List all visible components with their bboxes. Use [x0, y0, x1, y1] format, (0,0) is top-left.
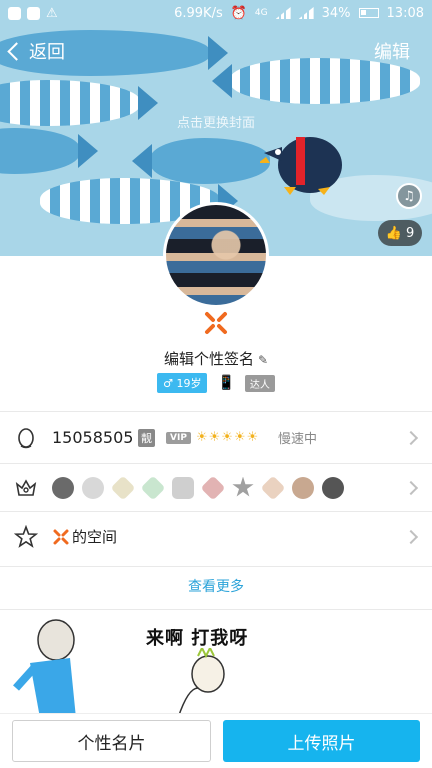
message-notification-icon: [27, 6, 40, 20]
medal-diamond-icon: [200, 475, 226, 500]
level-suns: ☀☀☀☀☀: [196, 430, 260, 445]
top-nav: 返回 编辑: [0, 34, 432, 68]
like-button[interactable]: 👍 9: [378, 220, 422, 246]
photo-caption: 来啊 打我呀: [146, 628, 249, 649]
avatar[interactable]: [163, 202, 269, 308]
medal-list: [52, 475, 344, 500]
meme-figure-image: [177, 648, 225, 718]
back-label: 返回: [29, 42, 65, 63]
medal-star-icon: [232, 476, 254, 497]
alarm-icon: ⏰: [230, 5, 247, 21]
photo-wall-item[interactable]: 来啊 打我呀: [0, 618, 274, 718]
crown-icon: [15, 478, 37, 496]
warning-icon: ⚠: [46, 5, 58, 21]
anger-symbol-icon: [53, 529, 69, 544]
profile-card-button[interactable]: 个性名片: [12, 720, 211, 762]
chevron-right-icon: [403, 480, 419, 495]
qzone-row[interactable]: 的空间: [0, 511, 432, 561]
chevron-left-icon: [7, 41, 26, 61]
space-label: 的空间: [72, 528, 118, 546]
medal-wall-row[interactable]: [0, 463, 432, 511]
network-speed: 6.99K/s: [174, 5, 223, 21]
vip-badge: VIP: [166, 431, 191, 444]
liang-badge: 靓: [138, 428, 155, 447]
meme-figure-image: [13, 619, 76, 718]
qq-number: 15058505: [52, 428, 134, 447]
medal-diamond-icon: [260, 475, 286, 500]
qq-penguin-icon: [18, 427, 34, 448]
signal-icon: [298, 7, 314, 19]
qq-notification-icon: [8, 6, 21, 20]
upload-photo-button[interactable]: 上传照片: [223, 720, 420, 762]
medal-book-icon: [172, 476, 194, 499]
like-count: 9: [405, 225, 415, 241]
bottom-action-bar: 个性名片 上传照片: [0, 713, 432, 768]
profile-tags: ♂ 19岁 📱 达人: [0, 373, 432, 393]
status-bar: ⚠ 6.99K/s ⏰ 4G 34% 13:08: [0, 0, 432, 26]
medal-lightning-icon: [292, 476, 314, 499]
signal-icon: [275, 7, 291, 19]
medal-diamond-icon: [110, 475, 136, 500]
phone-wings-icon: 📱: [217, 375, 235, 391]
network-type: 4G: [254, 8, 268, 18]
anger-symbol-icon: [205, 312, 227, 334]
signature-edit[interactable]: 编辑个性签名 ✎: [0, 348, 432, 369]
cover-pattern-fish: [132, 138, 270, 184]
speed-status: 慢速中: [278, 432, 318, 447]
change-cover-hint[interactable]: 点击更换封面: [0, 112, 432, 131]
chevron-right-icon: [403, 529, 419, 544]
penguin-mascot-image: [260, 137, 342, 195]
battery-icon: [358, 8, 379, 18]
thumbs-up-icon: 👍: [385, 225, 402, 241]
age-text: 19岁: [176, 377, 202, 390]
medal-penguin-icon: [52, 476, 74, 499]
pencil-icon: ✎: [257, 353, 269, 367]
medal-diamond-icon: [140, 475, 166, 500]
chevron-right-icon: [403, 430, 419, 445]
medal-cloud-icon: [82, 476, 104, 499]
music-icon[interactable]: ♫: [396, 183, 422, 209]
see-more-link[interactable]: 查看更多: [0, 566, 432, 610]
medal-bird-icon: [322, 476, 344, 499]
signature-text: 编辑个性签名: [163, 350, 254, 368]
master-tag: 达人: [244, 374, 275, 392]
battery-percent: 34%: [321, 5, 351, 21]
clock: 13:08: [386, 5, 424, 21]
qq-info-row[interactable]: 15058505 靓 VIP ☀☀☀☀☀ 慢速中: [0, 411, 432, 463]
cover-pattern-fish: [0, 128, 98, 174]
back-button[interactable]: 返回: [7, 38, 65, 64]
star-icon: [14, 524, 38, 548]
avatar-photo: [166, 205, 266, 305]
age-tag: ♂ 19岁: [157, 373, 208, 393]
edit-button[interactable]: 编辑: [374, 38, 410, 64]
